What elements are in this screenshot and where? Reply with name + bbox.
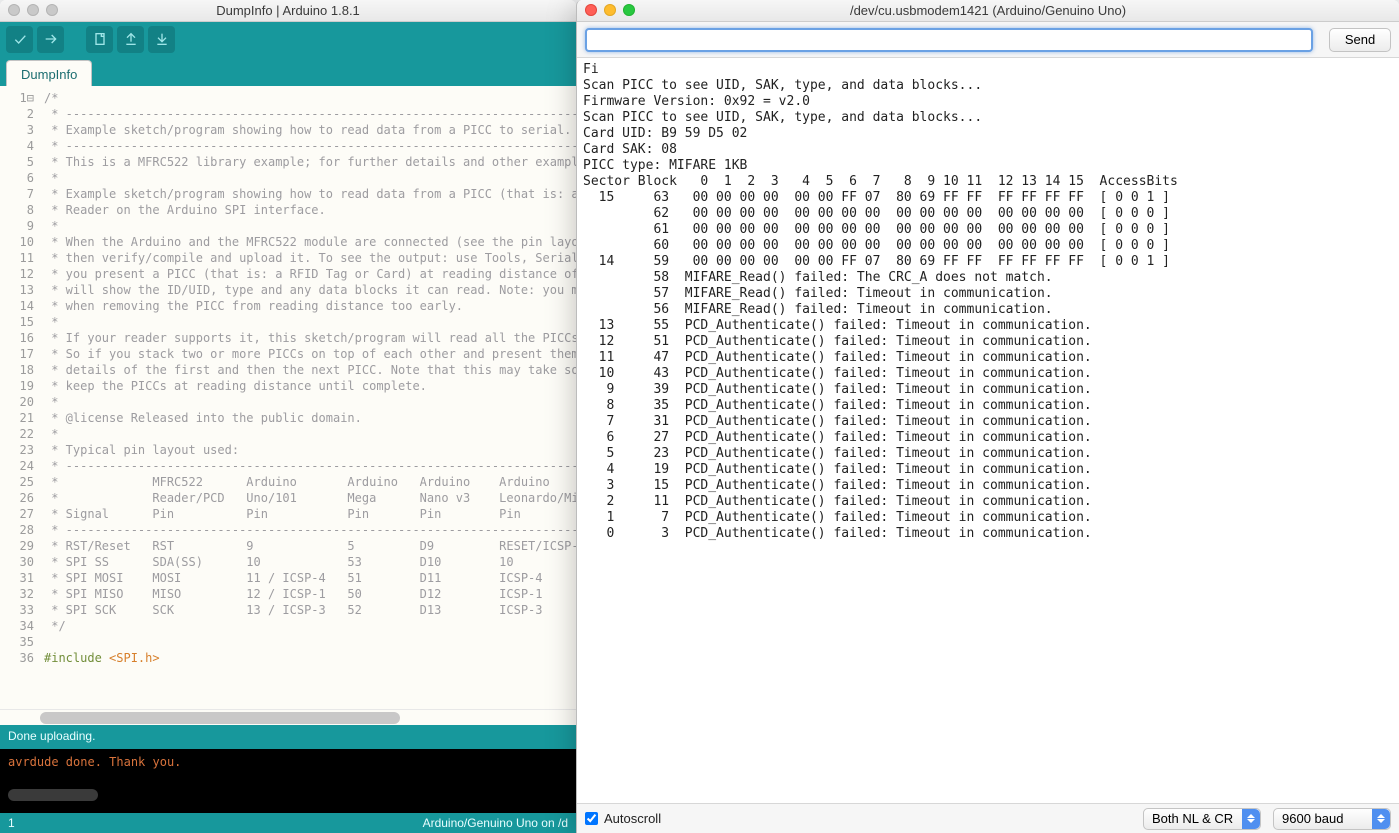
serial-input[interactable] [585, 28, 1313, 52]
open-sketch-button[interactable] [117, 26, 144, 53]
compile-console[interactable]: avrdude done. Thank you. [0, 749, 576, 813]
close-icon[interactable] [585, 4, 597, 16]
chevron-updown-icon [1372, 809, 1390, 829]
send-button[interactable]: Send [1329, 28, 1391, 52]
serial-output[interactable]: Fi Scan PICC to see UID, SAK, type, and … [577, 58, 1399, 803]
verify-button[interactable] [6, 26, 33, 53]
chevron-updown-icon [1242, 809, 1260, 829]
new-sketch-button[interactable] [86, 26, 113, 53]
ide-title: DumpInfo | Arduino 1.8.1 [216, 3, 360, 18]
serial-footer: Autoscroll Both NL & CR 9600 baud [577, 803, 1399, 833]
serial-input-row: Send [577, 22, 1399, 58]
console-line: avrdude done. Thank you. [8, 755, 568, 769]
line-ending-select[interactable]: Both NL & CR [1143, 808, 1261, 830]
autoscroll-label: Autoscroll [604, 811, 661, 826]
close-icon[interactable] [8, 4, 20, 16]
baud-select[interactable]: 9600 baud [1273, 808, 1391, 830]
minimize-icon[interactable] [27, 4, 39, 16]
ide-tabs: DumpInfo [0, 56, 576, 86]
ide-traffic-lights [8, 4, 58, 16]
status-text: Done uploading. [8, 729, 95, 743]
serial-title: /dev/cu.usbmodem1421 (Arduino/Genuino Un… [850, 3, 1126, 18]
ide-footer: 1 Arduino/Genuino Uno on /d [0, 813, 576, 833]
autoscroll-checkbox[interactable]: Autoscroll [585, 811, 661, 826]
zoom-icon[interactable] [623, 4, 635, 16]
serial-monitor-window: /dev/cu.usbmodem1421 (Arduino/Genuino Un… [576, 0, 1399, 833]
footer-board-port: Arduino/Genuino Uno on /d [423, 816, 568, 830]
save-sketch-button[interactable] [148, 26, 175, 53]
upload-button[interactable] [37, 26, 64, 53]
serial-titlebar[interactable]: /dev/cu.usbmodem1421 (Arduino/Genuino Un… [577, 0, 1399, 22]
console-scroll-thumb[interactable] [8, 789, 98, 801]
baud-value: 9600 baud [1282, 811, 1343, 826]
line-gutter: 1⊟23456789101112131415161718192021222324… [0, 86, 40, 709]
autoscroll-input[interactable] [585, 812, 598, 825]
line-ending-value: Both NL & CR [1152, 811, 1233, 826]
arduino-ide-window: DumpInfo | Arduino 1.8.1 DumpInfo 1⊟2345… [0, 0, 576, 833]
editor-h-scrollbar[interactable] [0, 709, 576, 725]
ide-toolbar [0, 22, 576, 56]
code-area[interactable]: /* * -----------------------------------… [40, 86, 576, 709]
tab-label: DumpInfo [21, 67, 77, 82]
upload-status: Done uploading. [0, 725, 576, 749]
tab-dumpinfo[interactable]: DumpInfo [6, 60, 92, 86]
zoom-icon[interactable] [46, 4, 58, 16]
footer-line-number: 1 [8, 816, 15, 830]
ide-titlebar[interactable]: DumpInfo | Arduino 1.8.1 [0, 0, 576, 22]
scroll-thumb[interactable] [40, 712, 400, 724]
serial-traffic-lights [585, 4, 635, 16]
minimize-icon[interactable] [604, 4, 616, 16]
code-editor[interactable]: 1⊟23456789101112131415161718192021222324… [0, 86, 576, 709]
